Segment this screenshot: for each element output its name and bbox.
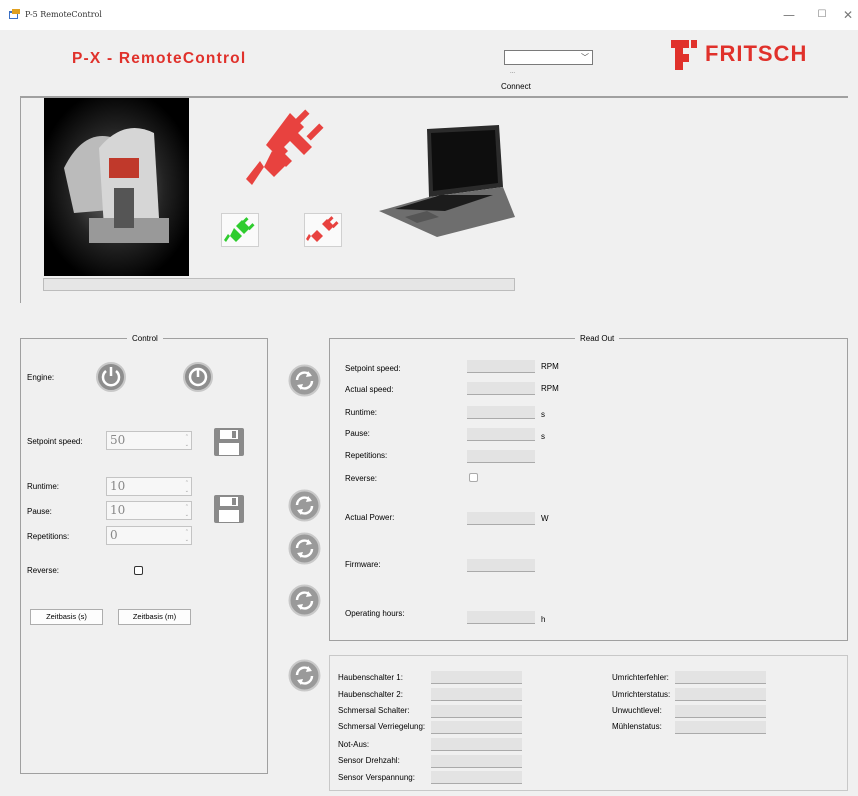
pause-label: Pause:: [27, 507, 52, 516]
ro-actual-field: [467, 382, 535, 395]
ro-hours-label: Operating hours:: [345, 609, 405, 618]
status-field-0: [431, 671, 522, 684]
disconnect-icon: [306, 216, 339, 242]
status-r-field-2: [675, 705, 766, 718]
control-legend: Control: [127, 334, 163, 343]
refresh-hours-button[interactable]: [288, 584, 321, 617]
ro-setpoint-field: [467, 360, 535, 373]
plug-status-icon: [246, 109, 324, 185]
ro-setpoint-unit: RPM: [541, 362, 559, 371]
setpoint-speed-input[interactable]: 50 ⌃ ⌄: [106, 431, 192, 450]
status-label-2: Schmersal Schalter:: [338, 706, 410, 715]
control-group: [20, 338, 268, 774]
save-timing-button[interactable]: [213, 494, 245, 524]
ro-setpoint-label: Setpoint speed:: [345, 364, 401, 373]
connect-label: Connect: [501, 82, 531, 91]
refresh-firmware-button[interactable]: [288, 532, 321, 565]
pause-input[interactable]: 10 ⌃ ⌄: [106, 501, 192, 520]
title-bar: [0, 0, 858, 30]
status-r-field-3: [675, 721, 766, 734]
maximize-button[interactable]: ☐: [807, 5, 837, 25]
ro-reverse-checkbox: [469, 473, 478, 482]
refresh-status-button[interactable]: [288, 659, 321, 692]
ro-runtime-unit: s: [541, 410, 545, 419]
repetitions-input[interactable]: 0 ⌃ ⌄: [106, 526, 192, 545]
status-label-5: Sensor Drehzahl:: [338, 756, 400, 765]
ro-actual-unit: RPM: [541, 384, 559, 393]
com-port-status: ...: [510, 69, 516, 75]
ro-repetitions-field: [467, 450, 535, 463]
ro-firmware-field: [467, 559, 535, 572]
refresh-power-button[interactable]: [288, 489, 321, 522]
ro-power-label: Actual Power:: [345, 513, 395, 522]
ro-runtime-label: Runtime:: [345, 408, 378, 417]
status-r-label-2: Unwuchtlevel:: [612, 706, 662, 715]
ro-pause-field: [467, 428, 535, 441]
engine-stop-button[interactable]: [182, 361, 214, 393]
window-title: P-5 RemoteControl: [25, 10, 102, 19]
ro-pause-label: Pause:: [345, 429, 370, 438]
status-label-3: Schmersal Verriegelung:: [338, 722, 426, 731]
reverse-label: Reverse:: [27, 566, 60, 575]
fritsch-logo-icon: [671, 40, 697, 70]
readout-legend: Read Out: [575, 334, 620, 343]
com-port-select[interactable]: ﹀: [504, 50, 593, 65]
ro-firmware-label: Firmware:: [345, 560, 381, 569]
zeitbasis-s-button[interactable]: Zeitbasis (s): [30, 609, 103, 625]
laptop-image: [379, 125, 515, 237]
status-field-6: [431, 771, 522, 784]
engine-label: Engine:: [27, 373, 55, 382]
ro-reverse-label: Reverse:: [345, 474, 378, 483]
fritsch-logo: FRITSCH: [705, 41, 808, 66]
status-label-0: Haubenschalter 1:: [338, 673, 403, 682]
readout-group: [329, 338, 848, 641]
connect-icon: [224, 217, 255, 242]
status-r-field-0: [675, 671, 766, 684]
status-field-5: [431, 755, 522, 768]
connection-progress-bar: [43, 278, 515, 291]
refresh-speed-button[interactable]: [288, 364, 321, 397]
ro-power-unit: W: [541, 514, 549, 523]
setpoint-speed-label: Setpoint speed:: [27, 437, 83, 446]
ro-repetitions-label: Repetitions:: [345, 451, 388, 460]
save-setpoint-button[interactable]: [213, 427, 245, 457]
reverse-checkbox[interactable]: [134, 566, 143, 575]
chevron-down-icon: ﹀: [581, 53, 589, 62]
status-r-label-1: Umrichterstatus:: [612, 690, 671, 699]
runtime-input[interactable]: 10 ⌃ ⌄: [106, 477, 192, 496]
ro-hours-field: [467, 611, 535, 624]
ro-pause-unit: s: [541, 432, 545, 441]
disconnect-button[interactable]: [304, 213, 342, 247]
status-label-4: Not-Aus:: [338, 740, 370, 749]
ro-power-field: [467, 512, 535, 525]
app-icon: [9, 9, 20, 19]
ro-runtime-field: [467, 406, 535, 419]
ro-actual-label: Actual speed:: [345, 385, 394, 394]
status-label-1: Haubenschalter 2:: [338, 690, 403, 699]
mill-image: [44, 98, 189, 276]
status-label-6: Sensor Verspannung:: [338, 773, 415, 782]
status-field-3: [431, 721, 522, 734]
connect-button[interactable]: [221, 213, 259, 247]
app-title: P-X - RemoteControl: [72, 50, 247, 67]
zeitbasis-m-button[interactable]: Zeitbasis (m): [118, 609, 191, 625]
close-button[interactable]: ✕: [838, 5, 858, 25]
status-field-4: [431, 738, 522, 751]
ro-hours-unit: h: [541, 615, 546, 624]
status-field-1: [431, 688, 522, 701]
status-r-label-3: Mühlenstatus:: [612, 722, 662, 731]
status-r-field-1: [675, 688, 766, 701]
repetitions-label: Repetitions:: [27, 532, 70, 541]
status-r-label-0: Umrichterfehler:: [612, 673, 669, 682]
minimize-button[interactable]: —: [774, 5, 804, 25]
engine-start-button[interactable]: [95, 361, 127, 393]
status-field-2: [431, 705, 522, 718]
runtime-label: Runtime:: [27, 482, 60, 491]
